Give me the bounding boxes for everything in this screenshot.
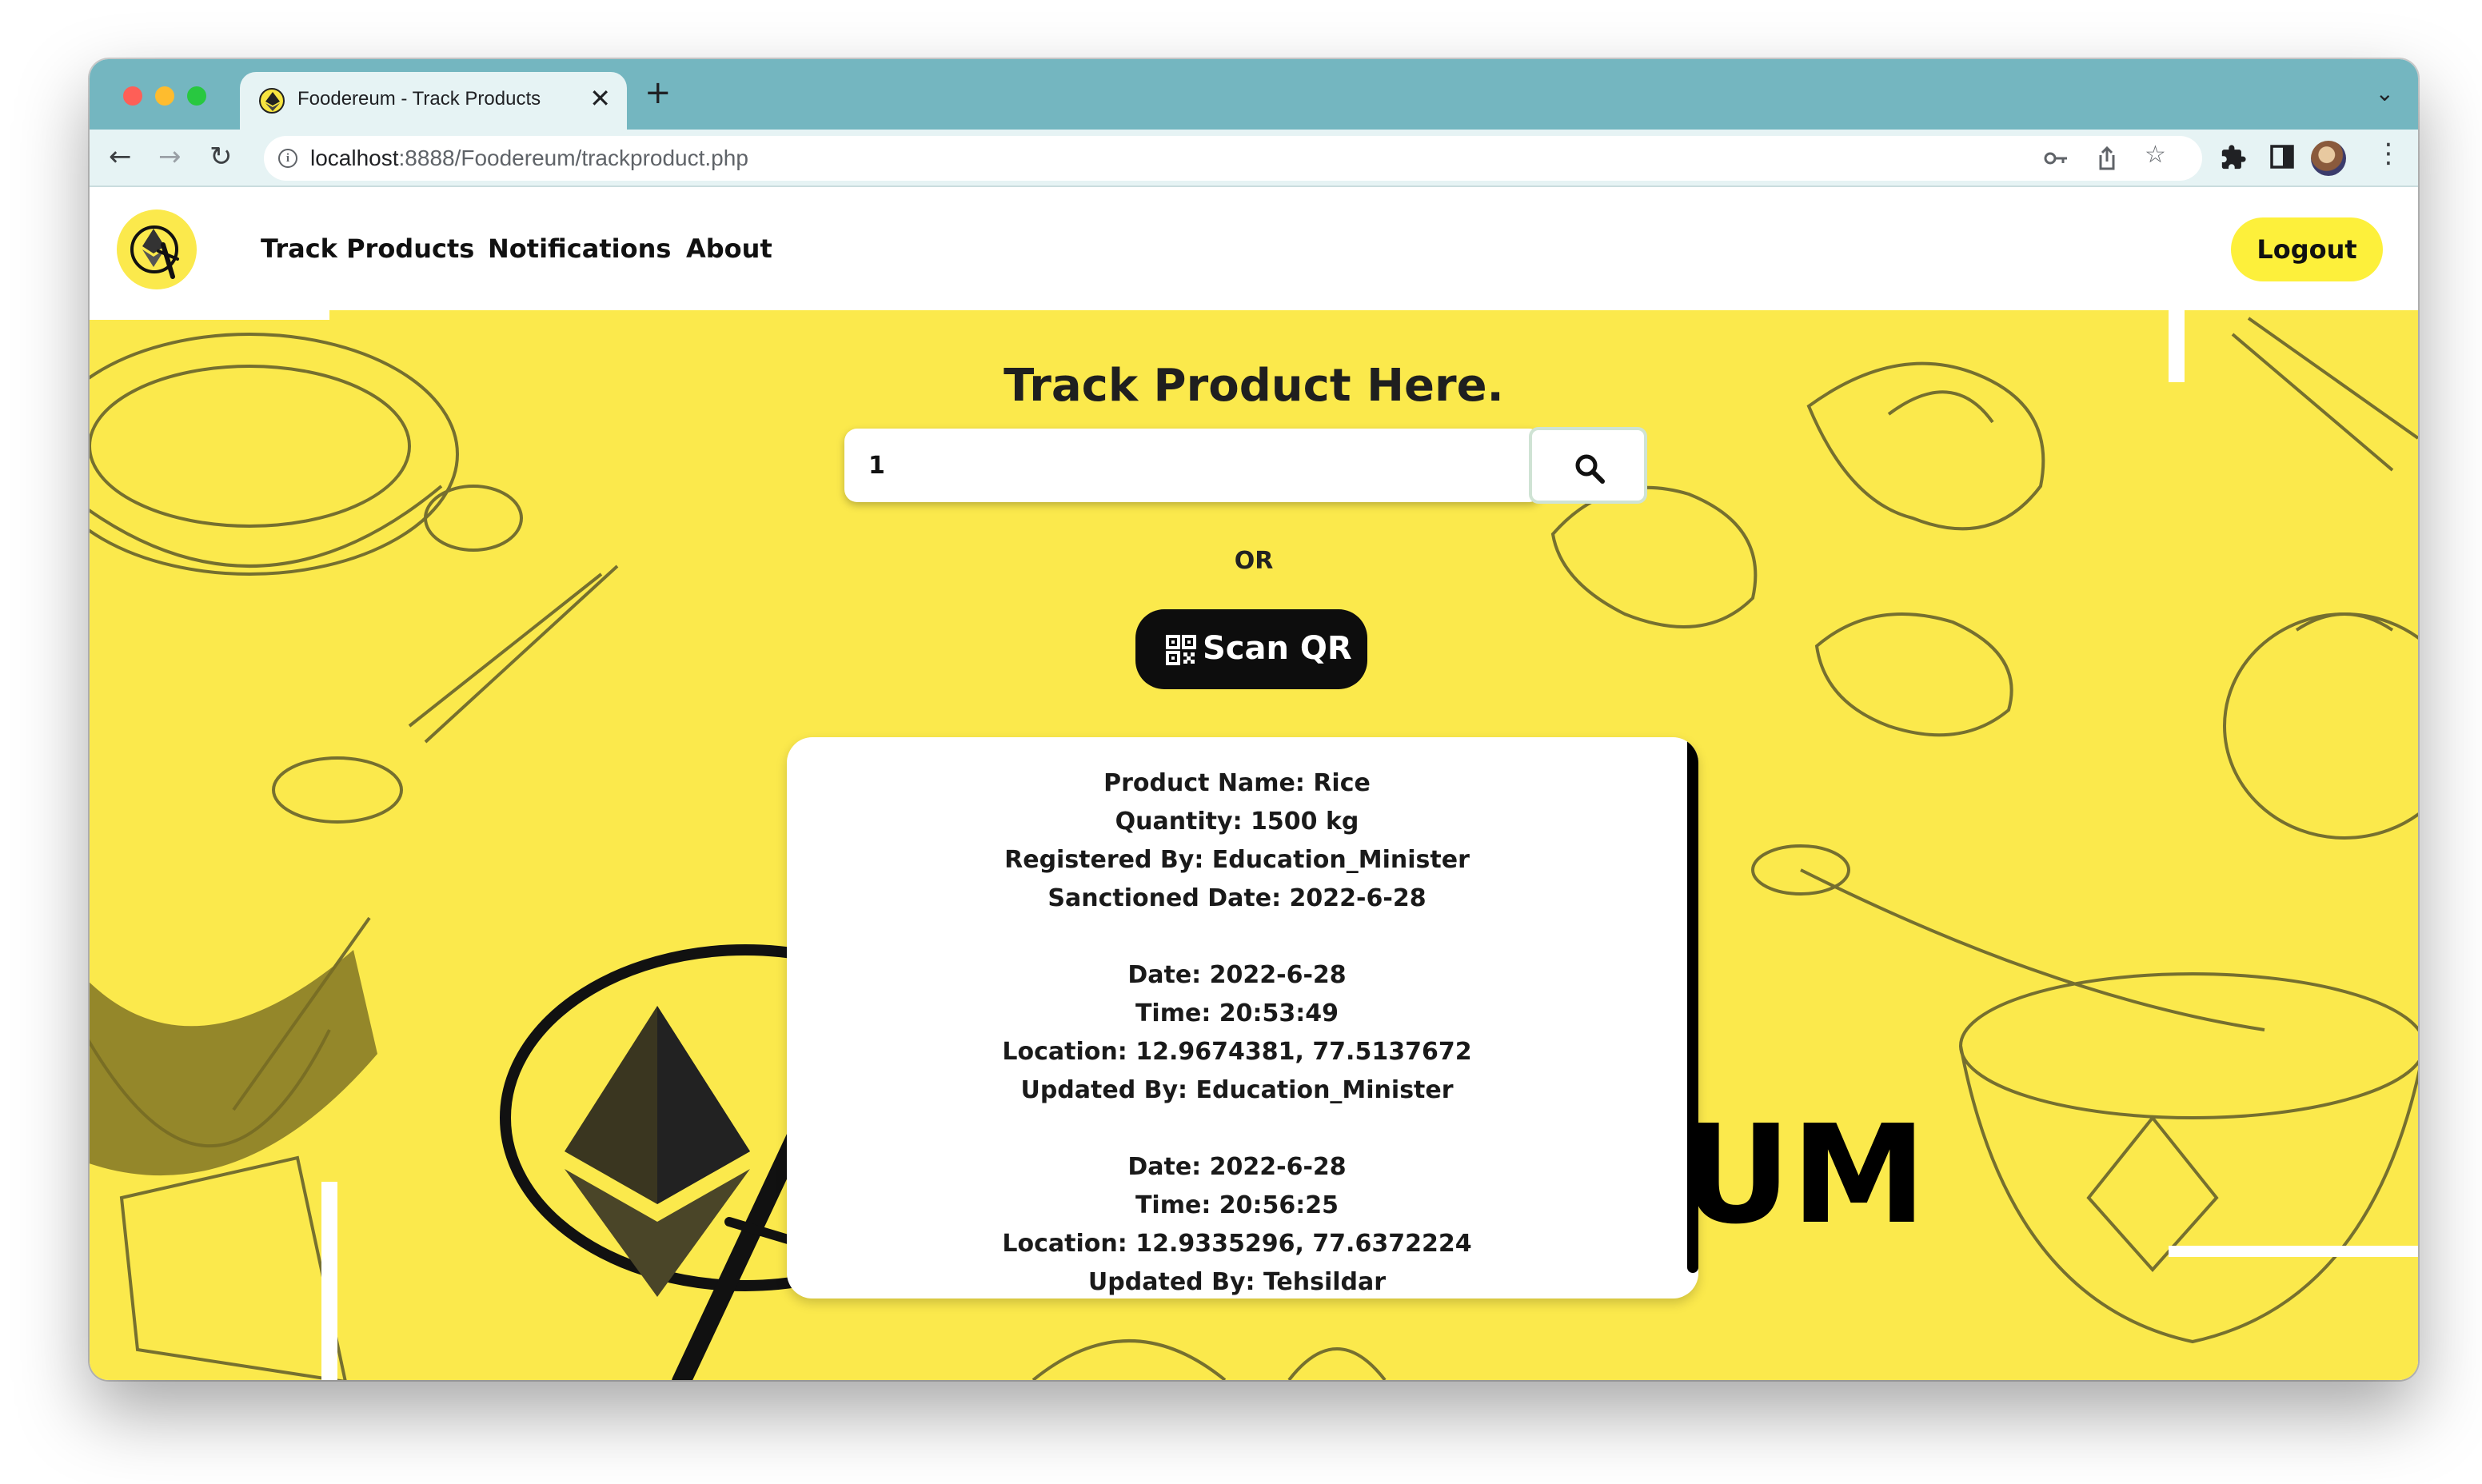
scan-qr-button[interactable]: Scan QR bbox=[1135, 609, 1367, 689]
page-viewport: Track Products Notifications About Logou… bbox=[90, 189, 2418, 1380]
star-icon[interactable]: ☆ bbox=[2145, 141, 2166, 169]
address-bar[interactable]: i localhost:8888/Foodereum/trackproduct.… bbox=[264, 136, 2202, 181]
back-arrow-icon[interactable]: ← bbox=[109, 141, 132, 173]
share-icon[interactable] bbox=[2097, 146, 2117, 171]
extensions-icon[interactable] bbox=[2220, 144, 2247, 171]
minimize-window-button[interactable] bbox=[155, 86, 174, 106]
update-date: Date: 2022-6-28 bbox=[1127, 961, 1347, 989]
product-id-input[interactable] bbox=[844, 429, 1543, 502]
foodereum-logo[interactable] bbox=[117, 209, 197, 289]
browser-toolbar: ← → ↻ i localhost:8888/Foodereum/trackpr… bbox=[90, 130, 2418, 187]
forward-arrow-icon[interactable]: → bbox=[158, 141, 182, 173]
new-tab-button[interactable]: + bbox=[644, 77, 672, 109]
scan-qr-label: Scan QR bbox=[1203, 630, 1352, 667]
site-info-icon[interactable]: i bbox=[278, 149, 297, 168]
update-time: Time: 20:53:49 bbox=[1135, 999, 1339, 1027]
tab-title: Foodereum - Track Products bbox=[297, 88, 541, 110]
maximize-window-button[interactable] bbox=[187, 86, 206, 106]
update-location: Location: 12.9674381, 77.5137672 bbox=[1002, 1038, 1472, 1066]
or-divider: OR bbox=[1234, 547, 1274, 575]
profile-avatar[interactable] bbox=[2311, 141, 2346, 176]
favicon-icon bbox=[259, 88, 285, 114]
nav-track-products[interactable]: Track Products bbox=[261, 233, 474, 264]
sanctioned-date: Sanctioned Date: 2022-6-28 bbox=[1047, 884, 1427, 912]
registered-by: Registered By: Education_Minister bbox=[1004, 846, 1470, 874]
browser-window: Foodereum - Track Products ✕ + ⌄ ← → ↻ i… bbox=[90, 59, 2418, 1380]
tab-foodereum[interactable]: Foodereum - Track Products ✕ bbox=[240, 72, 627, 130]
site-navbar: Track Products Notifications About Logou… bbox=[90, 189, 2418, 310]
search-button[interactable] bbox=[1529, 427, 1647, 504]
close-tab-icon[interactable]: ✕ bbox=[589, 83, 611, 114]
search-box bbox=[844, 429, 1543, 502]
update-updated-by: Updated By: Education_Minister bbox=[1020, 1076, 1454, 1104]
tab-strip: Foodereum - Track Products ✕ + ⌄ bbox=[90, 59, 2418, 130]
card-scrollbar[interactable] bbox=[1687, 737, 1698, 1298]
close-window-button[interactable] bbox=[123, 86, 142, 106]
tracking-details: Product Name: Rice Quantity: 1500 kg Reg… bbox=[787, 764, 1687, 1298]
track-hero: UM Track Product Here. OR bbox=[90, 310, 2418, 1380]
logout-button[interactable]: Logout bbox=[2231, 217, 2383, 281]
update-location: Location: 12.9335296, 77.6372224 bbox=[1002, 1230, 1472, 1258]
update-updated-by: Updated By: Tehsildar bbox=[1087, 1268, 1387, 1296]
page-title: Track Product Here. bbox=[1004, 360, 1504, 412]
card-scrollbar-thumb[interactable] bbox=[1687, 737, 1698, 1273]
background-word: UM bbox=[1681, 1096, 1926, 1255]
tracking-result-card: Product Name: Rice Quantity: 1500 kg Reg… bbox=[787, 737, 1698, 1298]
url-text[interactable]: localhost:8888/Foodereum/trackproduct.ph… bbox=[310, 146, 748, 171]
nav-about[interactable]: About bbox=[686, 233, 772, 264]
tab-search-chevron-icon[interactable]: ⌄ bbox=[2376, 80, 2394, 106]
nav-notifications[interactable]: Notifications bbox=[488, 233, 671, 264]
product-quantity: Quantity: 1500 kg bbox=[1115, 808, 1359, 836]
side-panel-icon[interactable] bbox=[2269, 144, 2295, 170]
reload-icon[interactable]: ↻ bbox=[209, 141, 233, 173]
update-date: Date: 2022-6-28 bbox=[1127, 1153, 1347, 1181]
update-time: Time: 20:56:25 bbox=[1135, 1191, 1339, 1219]
qr-code-icon bbox=[1166, 635, 1196, 665]
more-icon[interactable]: ⋮ bbox=[2375, 138, 2402, 170]
search-icon bbox=[1575, 454, 1605, 484]
product-name: Product Name: Rice bbox=[1103, 769, 1371, 797]
key-icon[interactable] bbox=[2044, 149, 2068, 168]
